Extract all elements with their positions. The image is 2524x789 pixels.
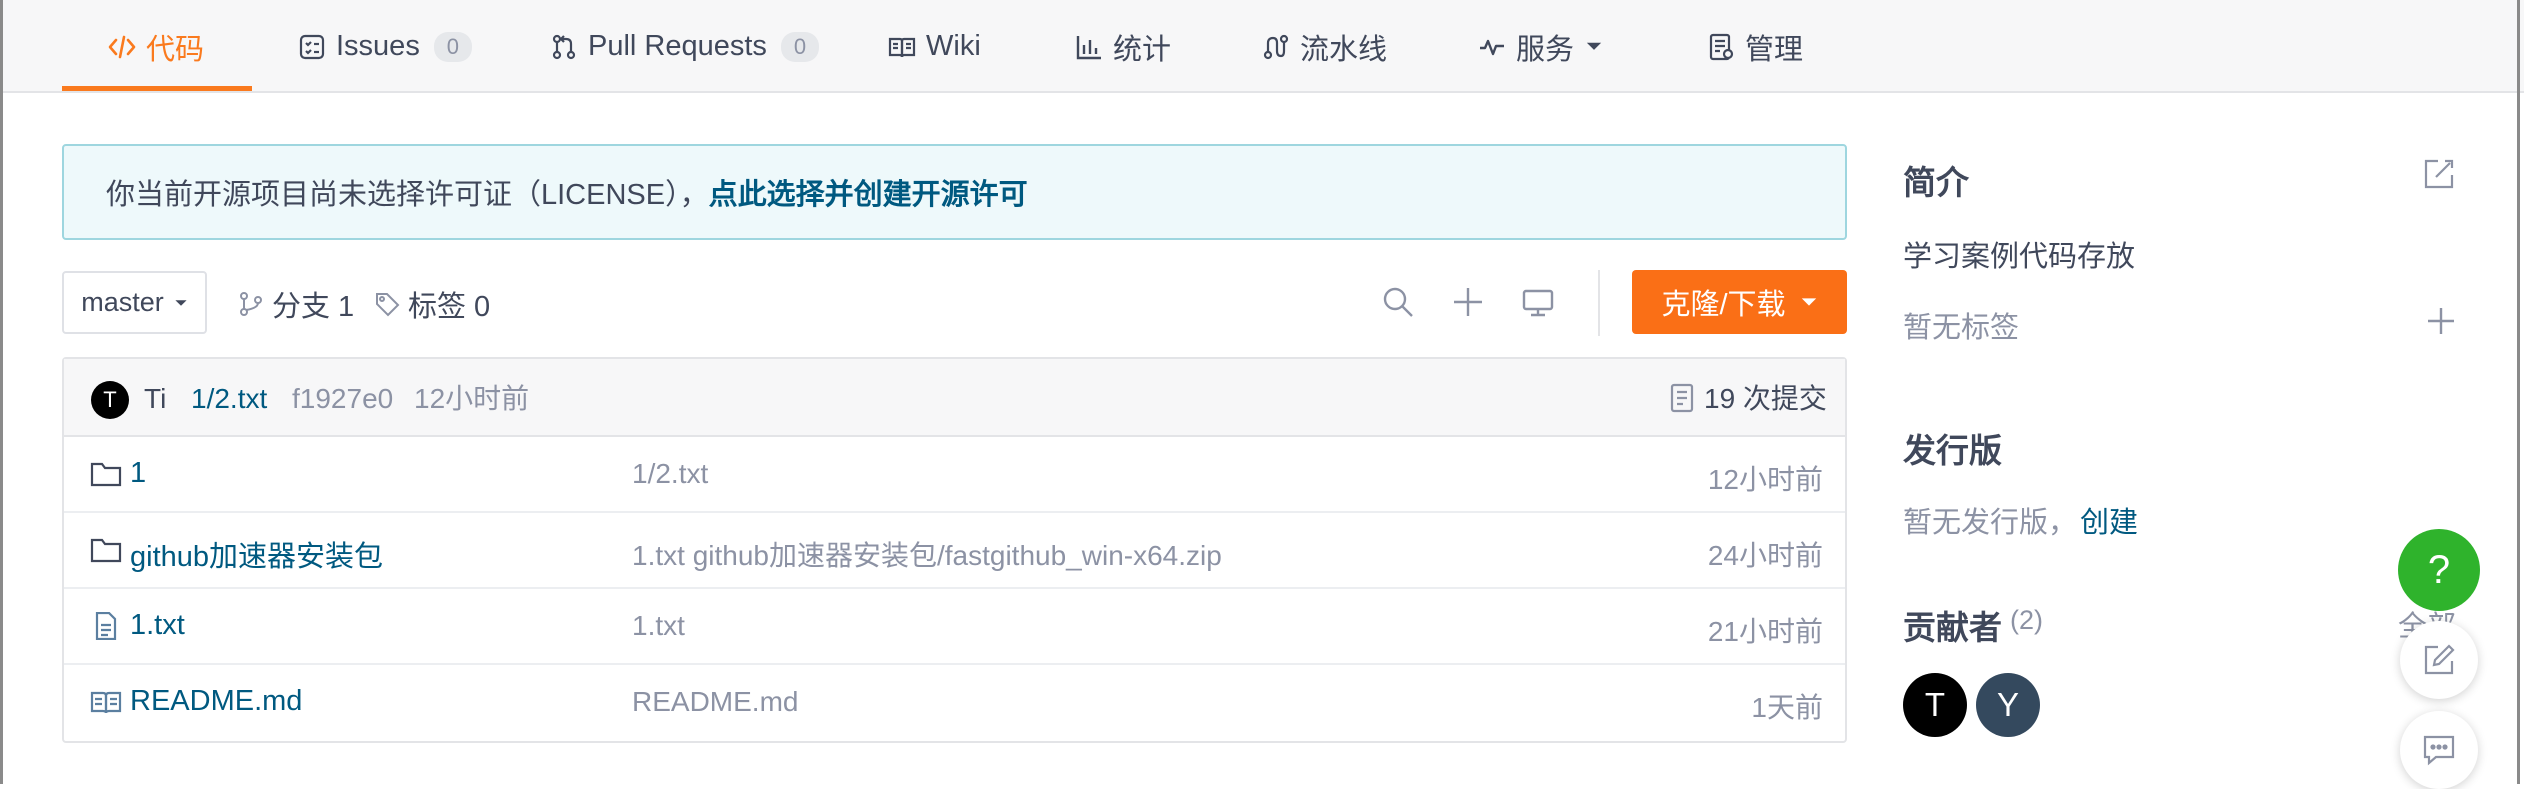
readme-book-icon bbox=[90, 691, 122, 714]
tab-issues-label: Issues bbox=[336, 30, 420, 62]
file-commit-message[interactable]: 1.txt github加速器安装包/fastgithub_win-x64.zi… bbox=[632, 534, 1222, 574]
file-name-link[interactable]: 1.txt bbox=[130, 609, 185, 642]
tab-code-label: 代码 bbox=[146, 33, 205, 66]
add-file-icon[interactable] bbox=[1451, 285, 1485, 319]
pipeline-icon bbox=[1263, 34, 1289, 59]
file-row[interactable]: github加速器安装包 1.txt github加速器安装包/fastgith… bbox=[64, 513, 1845, 589]
commit-author[interactable]: Ti bbox=[144, 381, 166, 417]
repo-description: 学习案例代码存放 bbox=[1903, 241, 2136, 273]
file-time: 12小时前 bbox=[1707, 464, 1823, 495]
latest-commit-bar: T Ti 1/2.txt f1927e0 12小时前 19 次提交 bbox=[64, 359, 1845, 437]
commits-history-icon bbox=[1670, 383, 1694, 413]
intro-title: 简介 bbox=[1903, 164, 1969, 201]
file-name-link[interactable]: github加速器安装包 bbox=[130, 533, 383, 575]
issues-count-badge: 0 bbox=[433, 31, 472, 62]
file-row[interactable]: 1 1/2.txt 12小时前 bbox=[64, 437, 1845, 513]
tab-manage-label: 管理 bbox=[1745, 33, 1804, 66]
pull-request-icon bbox=[552, 34, 576, 59]
edit-icon[interactable] bbox=[2422, 157, 2456, 191]
tab-pull-requests-label: Pull Requests bbox=[588, 30, 767, 62]
code-icon bbox=[108, 35, 136, 58]
settings-doc-icon bbox=[1709, 33, 1734, 60]
help-button[interactable]: ? bbox=[2398, 529, 2480, 611]
feedback-button[interactable] bbox=[2400, 621, 2478, 699]
tab-services[interactable]: 服务 bbox=[1478, 0, 1604, 93]
file-time: 1天前 bbox=[1751, 692, 1823, 723]
file-commit-message[interactable]: 1.txt bbox=[632, 610, 685, 642]
branches-label: 分支 1 bbox=[272, 291, 355, 323]
web-ide-icon[interactable] bbox=[1521, 285, 1555, 319]
branch-icon bbox=[240, 292, 262, 316]
tab-issues[interactable]: Issues 0 bbox=[298, 0, 472, 93]
chevron-down-icon bbox=[1801, 298, 1816, 306]
search-icon[interactable] bbox=[1381, 285, 1415, 319]
commit-time: 12小时前 bbox=[414, 383, 530, 414]
tags-link[interactable]: 标签 0 bbox=[374, 283, 490, 325]
chevron-down-icon bbox=[175, 299, 187, 306]
no-tags-text: 暂无标签 bbox=[1903, 312, 2020, 344]
file-time: 24小时前 bbox=[1707, 540, 1823, 571]
create-release-link[interactable]: 创建 bbox=[2080, 499, 2138, 541]
contributor-avatar[interactable]: Y bbox=[1976, 673, 2040, 737]
pull-requests-count-badge: 0 bbox=[780, 31, 819, 62]
file-row[interactable]: README.md README.md 1天前 bbox=[64, 665, 1845, 741]
wiki-book-icon bbox=[888, 37, 916, 57]
file-commit-message[interactable]: 1/2.txt bbox=[632, 458, 708, 490]
branch-select[interactable]: master bbox=[62, 271, 207, 334]
issues-icon bbox=[299, 34, 325, 59]
chat-button[interactable] bbox=[2400, 711, 2478, 789]
tag-icon bbox=[376, 293, 400, 317]
tags-label: 标签 0 bbox=[408, 291, 491, 323]
tab-manage[interactable]: 管理 bbox=[1707, 0, 1803, 93]
branches-link[interactable]: 分支 1 bbox=[238, 283, 354, 325]
no-release-text: 暂无发行版， bbox=[1903, 507, 2078, 539]
toolbar-divider bbox=[1598, 270, 1600, 336]
folder-icon bbox=[90, 462, 122, 487]
file-name-link[interactable]: 1 bbox=[130, 457, 146, 490]
tab-wiki-label: Wiki bbox=[926, 30, 981, 62]
chevron-down-icon bbox=[1586, 42, 1602, 50]
contributors-title: 贡献者 bbox=[1903, 609, 2002, 646]
bar-chart-icon bbox=[1076, 35, 1101, 59]
release-title: 发行版 bbox=[1903, 432, 2002, 469]
feedback-edit-icon bbox=[2424, 644, 2455, 675]
commit-hash-link[interactable]: f1927e0 bbox=[292, 381, 393, 417]
file-table: T Ti 1/2.txt f1927e0 12小时前 19 次提交 1 1/2.… bbox=[62, 357, 1847, 743]
pulse-icon bbox=[1480, 39, 1504, 55]
tab-statistics-label: 统计 bbox=[1113, 33, 1172, 66]
clone-download-label: 克隆/下载 bbox=[1661, 289, 1786, 321]
file-time: 21小时前 bbox=[1707, 616, 1823, 647]
contributor-avatar[interactable]: T bbox=[1903, 673, 1967, 737]
file-row[interactable]: 1.txt 1.txt 21小时前 bbox=[64, 589, 1845, 665]
repo-nav-bar: 代码 Issues 0 Pull Requests 0 Wiki 统计 流水线 … bbox=[0, 0, 2524, 93]
commits-count-link[interactable]: 19 次提交 bbox=[1704, 381, 1827, 417]
active-tab-indicator bbox=[62, 86, 252, 91]
commit-message-link[interactable]: 1/2.txt bbox=[191, 381, 267, 417]
branch-select-value: master bbox=[81, 287, 164, 317]
add-tag-icon[interactable] bbox=[2424, 304, 2458, 338]
file-icon bbox=[95, 612, 117, 640]
file-name-link[interactable]: README.md bbox=[130, 685, 302, 718]
chat-icon bbox=[2423, 735, 2455, 766]
tab-services-label: 服务 bbox=[1516, 33, 1575, 66]
license-notice-text: 你当前开源项目尚未选择许可证（LICENSE）， bbox=[106, 179, 709, 211]
license-notice: 你当前开源项目尚未选择许可证（LICENSE）， 点此选择并创建开源许可 bbox=[62, 144, 1847, 240]
create-license-link[interactable]: 点此选择并创建开源许可 bbox=[709, 171, 1028, 213]
tab-pipeline-label: 流水线 bbox=[1300, 33, 1388, 66]
clone-download-button[interactable]: 克隆/下载 bbox=[1632, 270, 1847, 334]
folder-icon bbox=[90, 538, 122, 563]
file-commit-message[interactable]: README.md bbox=[632, 686, 798, 718]
tab-statistics[interactable]: 统计 bbox=[1075, 0, 1171, 93]
tab-code[interactable]: 代码 bbox=[108, 0, 204, 93]
contributors-count: (2) bbox=[2010, 605, 2043, 635]
commit-author-avatar[interactable]: T bbox=[91, 381, 129, 419]
tab-wiki[interactable]: Wiki bbox=[888, 0, 981, 93]
tab-pipeline[interactable]: 流水线 bbox=[1262, 0, 1387, 93]
tab-pull-requests[interactable]: Pull Requests 0 bbox=[550, 0, 819, 93]
